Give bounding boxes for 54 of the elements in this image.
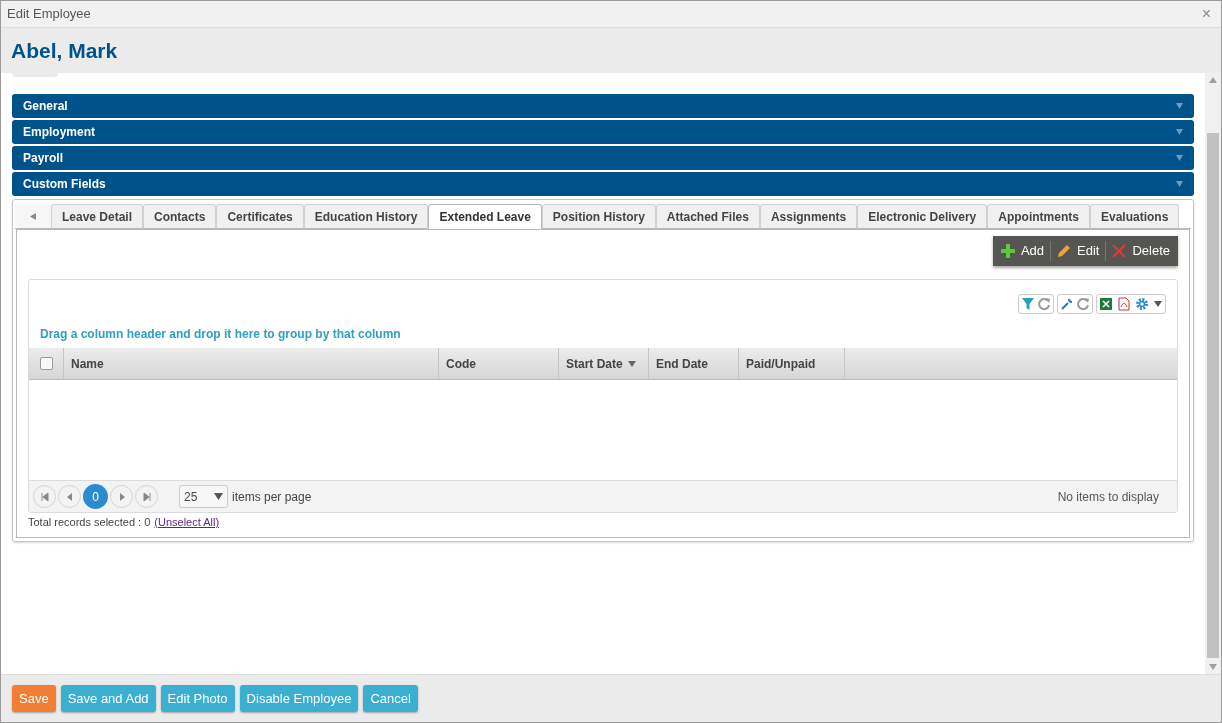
column-header[interactable]: Paid/Unpaid bbox=[739, 348, 845, 379]
spreadsheet-icon[interactable] bbox=[1099, 297, 1113, 311]
delete-icon bbox=[1112, 244, 1127, 258]
section-header[interactable]: Employment bbox=[12, 120, 1194, 144]
add-button[interactable]: Add bbox=[994, 238, 1050, 264]
current-page[interactable]: 0 bbox=[83, 484, 108, 509]
filter-icon[interactable] bbox=[1021, 297, 1035, 311]
last-page-icon bbox=[142, 492, 151, 501]
tab[interactable]: Position History bbox=[541, 204, 656, 229]
selection-count: Total records selected : 0 bbox=[28, 515, 151, 530]
plus-icon bbox=[1000, 244, 1015, 258]
tab[interactable]: Appointments bbox=[987, 204, 1090, 229]
group-hint: Drag a column header and drop it here to group by that column bbox=[40, 326, 402, 343]
pencil-icon bbox=[1057, 244, 1071, 258]
refresh-icon[interactable] bbox=[1037, 297, 1051, 311]
window-title: Edit Employee bbox=[7, 5, 91, 24]
scroll-down-icon[interactable] bbox=[1209, 664, 1217, 670]
employee-name: Abel, Mark bbox=[11, 37, 118, 64]
next-icon bbox=[117, 492, 126, 501]
tab[interactable]: Extended Leave bbox=[428, 204, 542, 229]
column-header[interactable]: Start Date bbox=[559, 348, 649, 379]
tab[interactable]: Certificates bbox=[216, 204, 304, 229]
section-header[interactable]: Custom Fields bbox=[12, 172, 1194, 196]
edit-button[interactable]: Edit bbox=[1051, 238, 1106, 264]
dropdown-caret-icon[interactable] bbox=[1153, 300, 1163, 308]
column-header[interactable]: End Date bbox=[649, 348, 739, 379]
tab[interactable]: Assignments bbox=[759, 204, 858, 229]
refresh-icon[interactable] bbox=[1076, 297, 1090, 311]
tab[interactable]: Education History bbox=[303, 204, 429, 229]
dropdown-caret-icon bbox=[214, 493, 223, 500]
tab[interactable]: Electronic Delivery bbox=[857, 204, 988, 229]
scrollbar-thumb[interactable] bbox=[1207, 133, 1219, 658]
wrench-icon[interactable] bbox=[1060, 297, 1074, 311]
tab[interactable]: Leave Detail bbox=[51, 204, 144, 229]
unselect-all-link[interactable]: (Unselect All) bbox=[154, 514, 220, 531]
pager-status: No items to display bbox=[1057, 488, 1159, 506]
settings-icon[interactable] bbox=[1135, 297, 1149, 311]
previous-icon bbox=[65, 492, 74, 501]
tab[interactable]: Attached Files bbox=[655, 204, 760, 229]
scroll-tabs-left-button[interactable] bbox=[15, 204, 51, 229]
page-size-select[interactable]: 25 bbox=[179, 485, 228, 508]
document-icon[interactable] bbox=[1117, 297, 1131, 311]
section-header[interactable]: Payroll bbox=[12, 146, 1194, 170]
section-header[interactable]: General bbox=[12, 94, 1194, 118]
tab[interactable]: Evaluations bbox=[1089, 204, 1180, 229]
select-all-checkbox[interactable] bbox=[39, 357, 53, 370]
scroll-up-icon[interactable] bbox=[1209, 77, 1217, 83]
scroll-left-icon bbox=[30, 212, 36, 220]
column-header[interactable]: Name bbox=[64, 348, 439, 379]
first-page-icon bbox=[40, 492, 49, 501]
tab[interactable]: Contacts bbox=[143, 204, 217, 229]
column-header[interactable]: Code bbox=[439, 348, 559, 379]
page-size-label: items per page bbox=[232, 488, 312, 506]
delete-button[interactable]: Delete bbox=[1106, 238, 1176, 264]
